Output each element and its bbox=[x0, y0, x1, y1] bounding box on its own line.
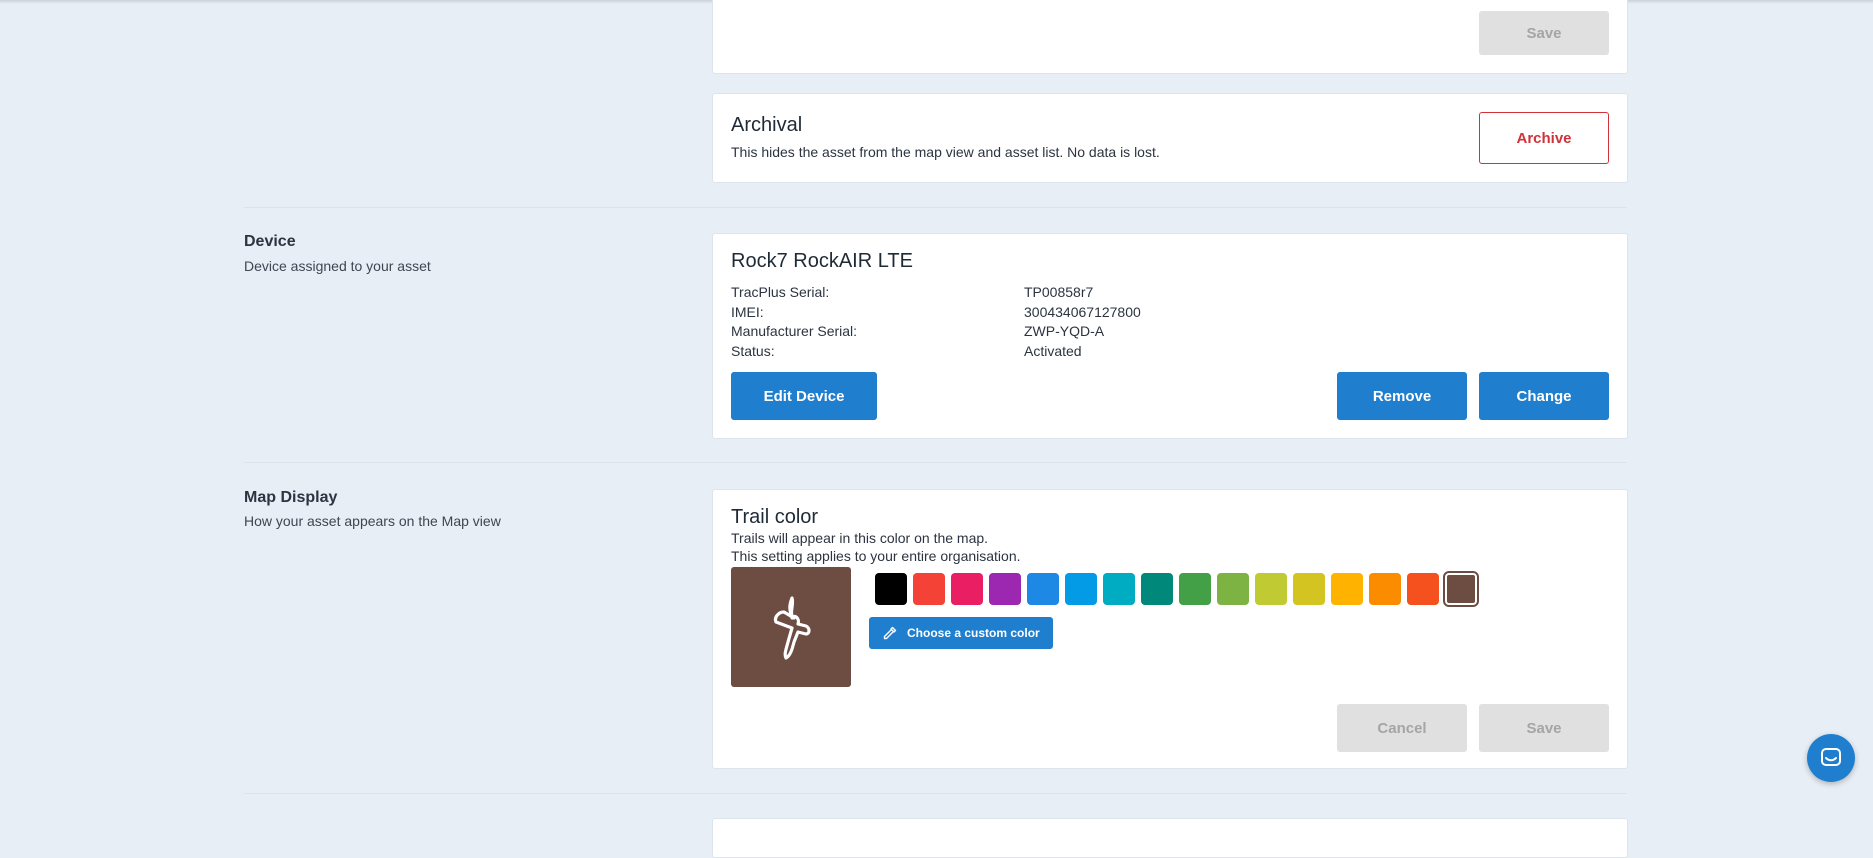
color-swatch[interactable] bbox=[1443, 571, 1479, 607]
color-swatch[interactable] bbox=[1369, 573, 1401, 605]
eyedropper-icon bbox=[883, 626, 897, 640]
color-swatch[interactable] bbox=[1065, 573, 1097, 605]
device-field-label: TracPlus Serial: bbox=[731, 284, 830, 300]
save-button[interactable]: Save bbox=[1479, 704, 1609, 752]
archival-title: Archival bbox=[731, 114, 803, 136]
trail-color-preview bbox=[731, 567, 851, 687]
trail-color-description: Trails will appear in this color on the … bbox=[731, 530, 989, 546]
color-swatch[interactable] bbox=[1179, 573, 1211, 605]
color-swatch[interactable] bbox=[1293, 573, 1325, 605]
color-swatch[interactable] bbox=[1103, 573, 1135, 605]
archival-description: This hides the asset from the map view a… bbox=[731, 144, 1160, 160]
map-display-card: Trail color Trails will appear in this c… bbox=[712, 489, 1628, 769]
device-name: Rock7 RockAIR LTE bbox=[731, 250, 913, 272]
edit-device-button[interactable]: Edit Device bbox=[731, 372, 877, 420]
chat-icon bbox=[1821, 748, 1841, 766]
cancel-button[interactable]: Cancel bbox=[1337, 704, 1467, 752]
color-swatch[interactable] bbox=[1217, 573, 1249, 605]
color-swatch[interactable] bbox=[1407, 573, 1439, 605]
custom-color-label: Choose a custom color bbox=[907, 626, 1040, 640]
chat-button[interactable] bbox=[1807, 734, 1855, 782]
color-swatch[interactable] bbox=[1255, 573, 1287, 605]
archive-button[interactable]: Archive bbox=[1479, 112, 1609, 164]
change-device-button[interactable]: Change bbox=[1479, 372, 1609, 420]
device-field-value: Activated bbox=[1024, 343, 1082, 359]
map-display-title: Map Display bbox=[244, 489, 338, 506]
device-field-value: TP00858r7 bbox=[1024, 284, 1094, 300]
map-display-subtitle: How your asset appears on the Map view bbox=[244, 513, 501, 529]
color-swatch[interactable] bbox=[951, 573, 983, 605]
next-section-card bbox=[712, 818, 1628, 858]
trail-color-scope: This setting applies to your entire orga… bbox=[731, 548, 1021, 564]
color-swatch[interactable] bbox=[913, 573, 945, 605]
device-field-value: 300434067127800 bbox=[1024, 304, 1141, 320]
color-swatch[interactable] bbox=[989, 573, 1021, 605]
device-section-subtitle: Device assigned to your asset bbox=[244, 258, 431, 274]
remove-device-button[interactable]: Remove bbox=[1337, 372, 1467, 420]
device-field-label: Manufacturer Serial: bbox=[731, 323, 858, 339]
custom-color-button[interactable]: Choose a custom color bbox=[869, 617, 1053, 649]
device-field-label: Status: bbox=[731, 343, 775, 359]
color-swatch[interactable] bbox=[875, 573, 907, 605]
color-swatch[interactable] bbox=[1141, 573, 1173, 605]
aircraft-icon bbox=[773, 596, 811, 660]
archival-card: Archival This hides the asset from the m… bbox=[712, 93, 1628, 183]
divider-3 bbox=[244, 793, 1627, 794]
color-swatch[interactable] bbox=[1331, 573, 1363, 605]
device-card: Rock7 RockAIR LTE TracPlus Serial: TP008… bbox=[712, 233, 1628, 439]
divider-1 bbox=[244, 207, 1627, 208]
top-save-button[interactable]: Save bbox=[1479, 11, 1609, 55]
divider-2 bbox=[244, 462, 1627, 463]
color-swatch[interactable] bbox=[1027, 573, 1059, 605]
trail-color-title: Trail color bbox=[731, 506, 819, 528]
device-field-label: IMEI: bbox=[731, 304, 764, 320]
device-field-value: ZWP-YQD-A bbox=[1024, 323, 1105, 339]
top-card: Save bbox=[712, 0, 1628, 74]
device-section-title: Device bbox=[244, 233, 296, 250]
